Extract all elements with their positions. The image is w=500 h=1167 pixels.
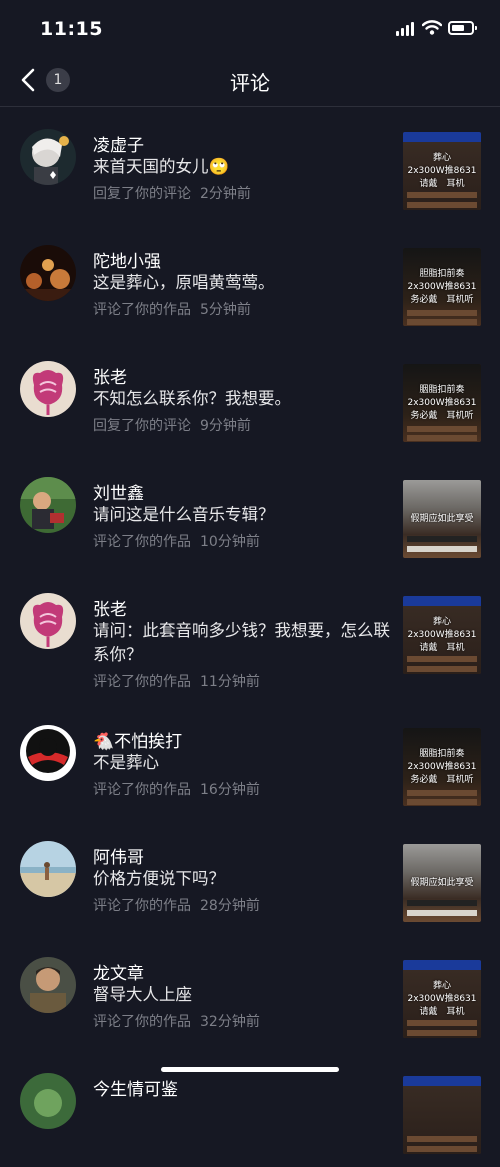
wifi-icon	[422, 20, 442, 35]
comment-meta: 回复了你的评论 2分钟前	[93, 183, 251, 203]
username[interactable]: 张老	[93, 595, 127, 620]
comment-item[interactable]: 张老 请问：此套音响多少钱？我想要，怎么联系你？ 评论了你的作品 11分钟前 葬心 2x3…	[0, 571, 500, 690]
comment-action: 评论了你的作品	[93, 302, 191, 318]
user-avatar[interactable]	[20, 361, 76, 417]
video-thumbnail[interactable]: 葬心 2x300W推8631 请戴 耳机	[403, 596, 481, 674]
username[interactable]: 🐔不怕挨打	[93, 727, 182, 752]
username[interactable]: 今生情可鉴	[93, 1075, 178, 1100]
username[interactable]: 龙文章	[93, 959, 144, 984]
comment-text: 价格方便说下吗？	[93, 869, 225, 888]
comment-item[interactable]: 张老 不知怎么联系你？我想要。 回复了你的评论 9分钟前 胭脂扣前奏 2x300W推863…	[0, 339, 500, 455]
comment-item[interactable]: 陀地小强 这是葬心，原唱黄莺莺。 评论了你的作品 5分钟前 胆脂扣前奏 2x300W推86…	[0, 223, 500, 339]
comment-meta: 回复了你的评论 9分钟前	[93, 415, 251, 435]
comment-time: 2分钟前	[200, 186, 251, 202]
user-avatar[interactable]	[20, 1073, 76, 1129]
page-title: 评论	[230, 71, 270, 95]
video-thumbnail[interactable]	[403, 1076, 481, 1154]
user-avatar[interactable]	[20, 957, 76, 1013]
username[interactable]: 刘世鑫	[93, 479, 144, 504]
comment-text: 不是葬心	[93, 753, 159, 772]
signal-icon	[396, 22, 416, 36]
battery-icon	[448, 21, 477, 35]
comment-item[interactable]: 🐔不怕挨打 不是葬心评论了你的作品 16分钟前 胭脂扣前奏 2x300W推8631 务必戴…	[0, 703, 500, 819]
comment-meta: 评论了你的作品 28分钟前	[93, 895, 260, 915]
comment-item[interactable]: 龙文章 督导大人上座 评论了你的作品 32分钟前 葬心 2x300W推8631 请戴 耳机	[0, 935, 500, 1051]
comment-text: 不知怎么联系你？我想要。	[93, 389, 291, 408]
comment-action: 评论了你的作品	[93, 534, 191, 550]
comment-time: 32分钟前	[200, 1014, 260, 1030]
comment-meta	[93, 1127, 102, 1143]
comment-time: 16分钟前	[200, 782, 260, 798]
username[interactable]: 凌虚子	[93, 131, 144, 156]
thumb-caption: 务必戴 耳机听	[410, 295, 474, 305]
comment-action: 回复了你的评论	[93, 186, 191, 202]
video-thumbnail[interactable]: 胭脂扣前奏 2x300W推8631 务必戴 耳机听	[403, 728, 481, 806]
comment-item[interactable]: 刘世鑫 请问这是什么音乐专辑？ 评论了你的作品 10分钟前 假期应如此享受	[0, 455, 500, 571]
thumb-caption: 2x300W推8631	[407, 282, 477, 292]
comment-time: 11分钟前	[200, 674, 260, 690]
video-thumbnail[interactable]: 假期应如此享受	[403, 844, 481, 922]
comment-item[interactable]: 阿伟哥 价格方便说下吗？ 评论了你的作品 28分钟前 假期应如此享受	[0, 819, 500, 935]
user-avatar[interactable]	[20, 841, 76, 897]
thumb-caption: 假期应如此享受	[410, 514, 474, 524]
username[interactable]: 陀地小强	[93, 247, 161, 272]
thumb-caption: 2x300W推8631	[407, 762, 477, 772]
thumb-caption: 请戴 耳机	[419, 179, 465, 189]
video-thumbnail[interactable]: 胆脂扣前奏 2x300W推8631 务必戴 耳机听	[403, 248, 481, 326]
video-thumbnail[interactable]: 胭脂扣前奏 2x300W推8631 务必戴 耳机听	[403, 364, 481, 442]
user-avatar[interactable]	[20, 725, 76, 781]
thumb-caption: 2x300W推8631	[407, 398, 477, 408]
thumb-caption: 2x300W推8631	[407, 630, 477, 640]
comment-meta: 评论了你的作品 10分钟前	[93, 531, 260, 551]
thumb-caption: 请戴 耳机	[419, 643, 465, 653]
thumb-caption: 胭脂扣前奏	[419, 749, 465, 759]
username[interactable]: 阿伟哥	[93, 843, 144, 868]
comment-text: 督导大人上座	[93, 985, 192, 1004]
thumb-caption: 胭脂扣前奏	[419, 385, 465, 395]
username[interactable]: 张老	[93, 363, 127, 388]
status-bar: 11:15	[0, 0, 500, 56]
thumb-caption: 葬心	[432, 981, 451, 991]
video-thumbnail[interactable]: 葬心 2x300W推8631 请戴 耳机	[403, 960, 481, 1038]
comment-text: 请问：此套音响多少钱？我想要，怎么联系你？	[93, 621, 390, 664]
status-time: 11:15	[40, 18, 103, 40]
comment-meta: 评论了你的作品 32分钟前	[93, 1011, 260, 1031]
comment-text: 来首天国的女儿🙄	[93, 157, 230, 176]
thumb-caption: 务必戴 耳机听	[410, 411, 474, 421]
user-avatar[interactable]	[20, 477, 76, 533]
comment-action: 评论了你的作品	[93, 898, 191, 914]
thumb-caption: 务必戴 耳机听	[410, 775, 474, 785]
thumb-caption: 葬心	[432, 617, 451, 627]
comment-action: 评论了你的作品	[93, 782, 191, 798]
user-avatar[interactable]	[20, 129, 76, 185]
thumb-caption: 请戴 耳机	[419, 1007, 465, 1017]
comment-action: 回复了你的评论	[93, 418, 191, 434]
thumb-caption: 2x300W推8631	[407, 994, 477, 1004]
comment-time: 5分钟前	[200, 302, 251, 318]
comment-meta: 评论了你的作品 16分钟前	[93, 779, 260, 799]
video-thumbnail[interactable]: 假期应如此享受	[403, 480, 481, 558]
thumb-caption: 2x300W推8631	[407, 166, 477, 176]
thumb-caption: 假期应如此享受	[410, 878, 474, 888]
comment-item[interactable]: 凌虚子 来首天国的女儿🙄 回复了你的评论 2分钟前 葬心 2x300W推8631 请戴 耳机	[0, 107, 500, 223]
comment-action: 评论了你的作品	[93, 1014, 191, 1030]
comment-text: 这是葬心，原唱黄莺莺。	[93, 273, 275, 292]
user-avatar[interactable]	[20, 245, 76, 301]
comment-time: 28分钟前	[200, 898, 260, 914]
video-thumbnail[interactable]: 葬心 2x300W推8631 请戴 耳机	[403, 132, 481, 210]
nav-bar: 1 评论	[0, 56, 500, 107]
thumb-caption: 葬心	[432, 153, 451, 163]
comment-time: 9分钟前	[200, 418, 251, 434]
thumb-caption: 胆脂扣前奏	[419, 269, 465, 279]
comment-time: 10分钟前	[200, 534, 260, 550]
home-indicator	[161, 1067, 339, 1072]
comment-meta: 评论了你的作品 5分钟前	[93, 299, 251, 319]
comment-text: 请问这是什么音乐专辑？	[93, 505, 275, 524]
comment-meta: 评论了你的作品 11分钟前	[93, 671, 260, 691]
user-avatar[interactable]	[20, 593, 76, 649]
comment-action: 评论了你的作品	[93, 674, 191, 690]
